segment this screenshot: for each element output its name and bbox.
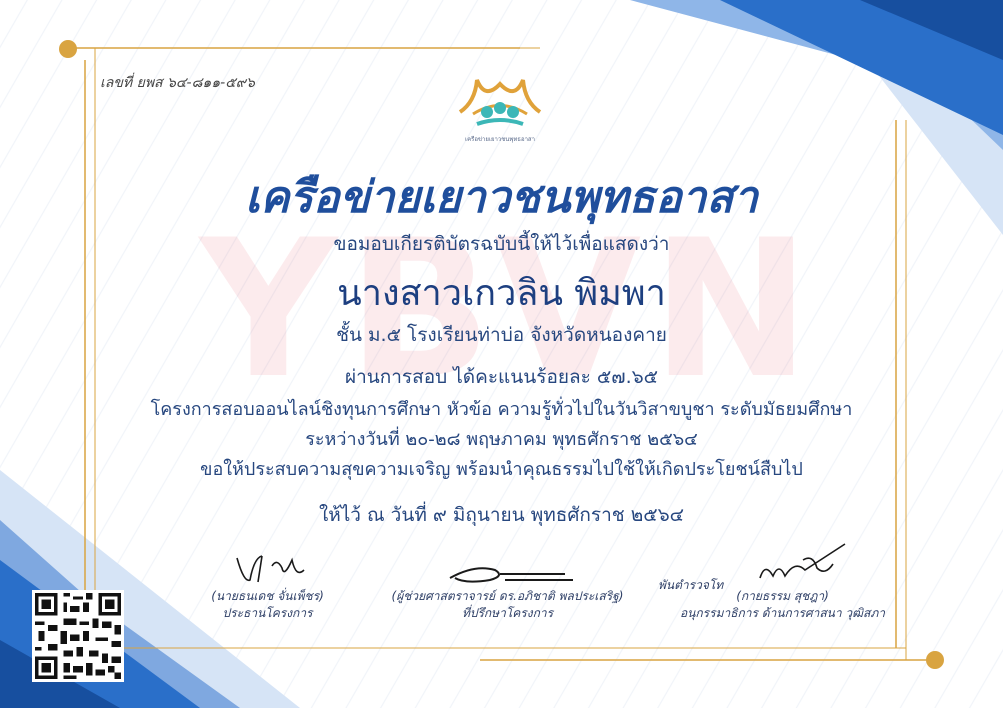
period-line: ระหว่างวันที่ ๒๐-๒๘ พฤษภาคม พุทธศักราช ๒… (305, 429, 698, 450)
signatory-1-name: (นายธนเดช จั่นเพ็ชร) (211, 589, 324, 603)
qr-code-icon[interactable] (32, 590, 124, 682)
signatory-2-position: ที่ปรึกษาโครงการ (461, 606, 554, 620)
signatory-2: (ผู้ช่วยศาสตราจารย์ ดร.อภิชาติ พลประเสริ… (370, 588, 645, 622)
reference-number: เลขที่ ยพส ๖๔-๘๑๑-๕๙๖ (100, 75, 255, 91)
signatory-3-name: (กายธรรม สุชฎา) (736, 589, 829, 603)
wish-line: ขอให้ประสบความสุขความเจริญ พร้อมนำคุณธรร… (200, 459, 803, 480)
signature-1-icon (236, 555, 305, 583)
logo-caption: เครือข่ายเยาวชนพุทธอาสา (465, 136, 535, 143)
signature-2-icon (449, 567, 573, 583)
signatory-1: (นายธนเดช จั่นเพ็ชร) ประธานโครงการ (180, 588, 355, 622)
project-line: โครงการสอบออนไลน์ชิงทุนการศึกษา หัวข้อ ค… (150, 399, 853, 420)
signatory-2-name: (ผู้ช่วยศาสตราจารย์ ดร.อภิชาติ พลประเสริ… (391, 589, 624, 603)
certificate-title: เครือข่ายเยาวชนพุทธอาสา (245, 172, 758, 223)
recipient-name: นางสาวเกวลิน พิมพา (337, 273, 666, 314)
signatory-3: (กายธรรม สุชฎา) อนุกรรมาธิการ ด้านการศาส… (660, 588, 905, 622)
intro-text: ขอมอบเกียรติบัตรฉบับนี้ให้ไว้เพื่อแสดงว่… (333, 233, 670, 255)
signature-3-icon (759, 543, 846, 579)
score-line: ผ่านการสอบ ได้คะแนนร้อยละ ๕๗.๖๕ (344, 366, 659, 388)
signatory-3-position: อนุกรรมาธิการ ด้านการศาสนา วุฒิสภา (680, 606, 885, 620)
temple-roof-logo-icon (458, 79, 542, 126)
school-line: ชั้น ม.๕ โรงเรียนท่าบ่อ จังหวัดหนองคาย (336, 324, 667, 346)
certificate-page: YBVN เลขที่ ยพส ๖๔-๘๑๑-๕๙๖ เครือข่ายเยาว… (0, 0, 1003, 708)
issue-date: ให้ไว้ ณ วันที่ ๙ มิถุนายน พุทธศักราช ๒๕… (318, 504, 685, 526)
signatory-1-position: ประธานโครงการ (222, 606, 313, 620)
